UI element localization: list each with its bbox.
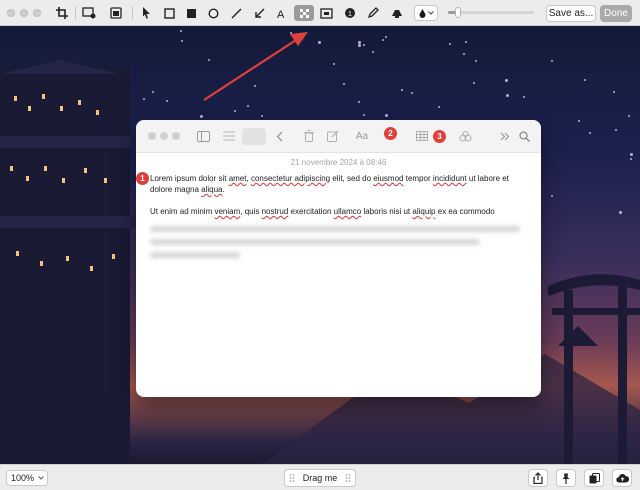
chevron-down-icon xyxy=(38,476,44,480)
pencil-icon[interactable] xyxy=(365,5,381,21)
notes-window[interactable]: Aa 2 3 21 novembre 2024 à 08:46 1 Lorem … xyxy=(136,120,541,397)
gallery-view-icon[interactable] xyxy=(242,128,266,145)
counter-badge-1[interactable]: 1 xyxy=(136,172,149,185)
drag-me-button[interactable]: Drag me xyxy=(284,469,356,487)
note-paragraph-1[interactable]: Lorem ipsum dolor sit amet, consectetur … xyxy=(150,173,530,195)
copy-button[interactable] xyxy=(584,469,604,487)
table-icon[interactable] xyxy=(415,129,429,143)
grip-icon xyxy=(345,474,351,482)
cloud-upload-button[interactable] xyxy=(612,469,632,487)
notes-close-dot[interactable] xyxy=(148,132,156,140)
line-icon[interactable] xyxy=(228,5,244,21)
done-button[interactable]: Done xyxy=(600,5,632,22)
svg-text:A: A xyxy=(277,9,285,19)
blurred-text-line xyxy=(150,226,520,232)
counter-badge-3[interactable]: 3 xyxy=(433,130,446,143)
sidebar-icon[interactable] xyxy=(196,129,210,143)
chevron-down-icon xyxy=(427,11,434,15)
back-chevron-icon[interactable] xyxy=(272,129,286,143)
list-view-icon[interactable] xyxy=(222,129,236,143)
screenshot-editor-window: A 1 Save as... Done Aa 2 3 21 novembre 2… xyxy=(0,0,640,490)
note-date: 21 novembre 2024 à 08:46 xyxy=(290,158,387,167)
cloud-upload-icon xyxy=(615,474,629,483)
top-toolbar: A 1 Save as... Done xyxy=(0,0,640,26)
rectangle-icon[interactable] xyxy=(161,5,177,21)
arrow-icon[interactable] xyxy=(251,5,267,21)
blurred-text-line xyxy=(150,252,240,258)
text-icon[interactable]: A xyxy=(273,5,289,21)
blurred-text-line xyxy=(150,239,480,245)
svg-text:1: 1 xyxy=(348,11,352,18)
toolbar-divider xyxy=(132,6,133,20)
counter-badge-2[interactable]: 2 xyxy=(384,127,397,140)
bottom-bar: 100% Drag me xyxy=(0,464,640,490)
pin-icon xyxy=(562,473,570,484)
share-button[interactable] xyxy=(528,469,548,487)
filled-rectangle-icon[interactable] xyxy=(183,5,199,21)
highlighter-icon[interactable] xyxy=(388,5,404,21)
counter-icon[interactable]: 1 xyxy=(342,5,358,21)
notes-zoom-dot[interactable] xyxy=(172,132,180,140)
crop-icon[interactable] xyxy=(54,5,70,21)
notes-minimize-dot[interactable] xyxy=(160,132,168,140)
share-collaborate-icon[interactable] xyxy=(458,129,472,143)
pointer-icon[interactable] xyxy=(139,5,155,21)
ellipse-icon[interactable] xyxy=(205,5,221,21)
zoom-window-dot[interactable] xyxy=(33,9,41,17)
note-paragraph-2[interactable]: Ut enim ad minim veniam, quis nostrud ex… xyxy=(150,206,530,217)
grip-icon xyxy=(289,474,295,482)
format-text-icon[interactable]: Aa xyxy=(355,129,369,143)
color-picker[interactable] xyxy=(414,5,438,21)
more-chevrons-icon[interactable] xyxy=(498,129,512,143)
notes-toolbar: Aa 2 3 xyxy=(136,120,541,153)
search-icon[interactable] xyxy=(517,129,531,143)
compose-icon[interactable] xyxy=(326,129,340,143)
stroke-width-slider[interactable] xyxy=(448,7,534,18)
screen-icon[interactable] xyxy=(81,5,97,21)
image-icon[interactable] xyxy=(108,5,124,21)
save-as-button[interactable]: Save as... xyxy=(546,5,596,22)
zoom-value: 100% xyxy=(11,473,35,483)
drag-me-label: Drag me xyxy=(302,473,338,483)
slider-knob[interactable] xyxy=(455,7,462,18)
pin-button[interactable] xyxy=(556,469,576,487)
copy-icon xyxy=(589,472,600,483)
pixelate-icon[interactable] xyxy=(294,5,314,21)
zoom-select[interactable]: 100% xyxy=(6,470,48,486)
minimize-window-dot[interactable] xyxy=(20,9,28,17)
droplet-icon xyxy=(419,8,425,18)
close-window-dot[interactable] xyxy=(7,9,15,17)
share-icon xyxy=(533,472,543,484)
blur-icon[interactable] xyxy=(318,5,334,21)
toolbar-divider xyxy=(75,6,76,20)
trash-icon[interactable] xyxy=(302,129,316,143)
